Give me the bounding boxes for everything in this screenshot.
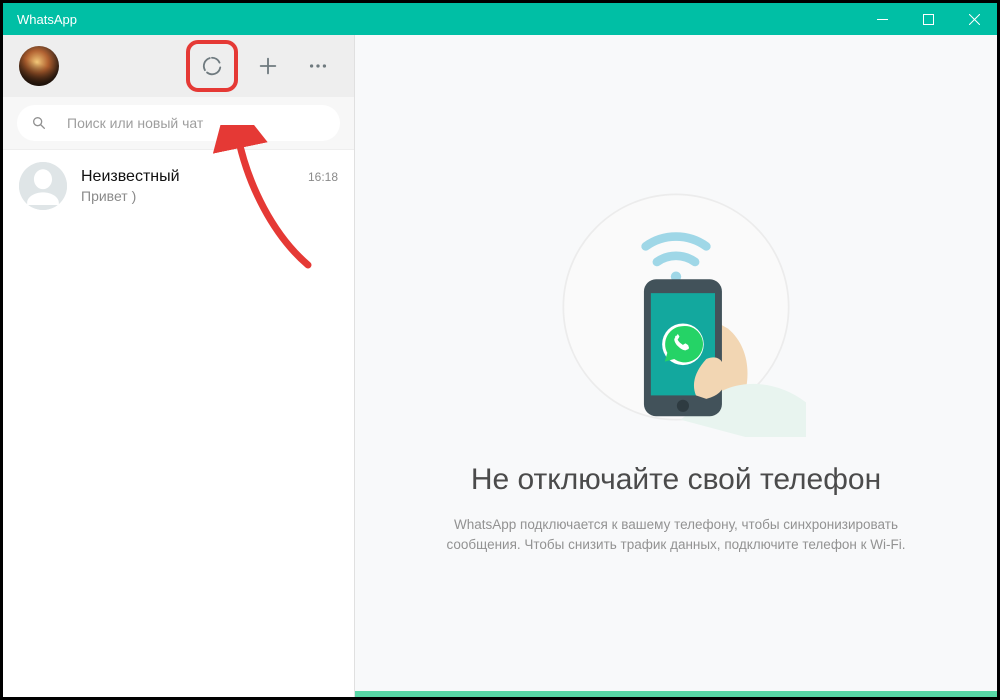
plus-icon bbox=[257, 55, 279, 77]
empty-state-heading: Не отключайте свой телефон bbox=[471, 463, 881, 497]
annotation-highlight bbox=[186, 40, 238, 92]
phone-wifi-illustration bbox=[546, 177, 806, 437]
search-icon bbox=[31, 115, 47, 131]
window-title: WhatsApp bbox=[17, 12, 77, 27]
chat-list: Неизвестный 16:18 Привет ) bbox=[3, 150, 354, 697]
sidebar: Неизвестный 16:18 Привет ) bbox=[3, 35, 355, 697]
empty-state-panel: Не отключайте свой телефон WhatsApp подк… bbox=[355, 35, 997, 697]
empty-state-body: WhatsApp подключается к вашему телефону,… bbox=[436, 515, 916, 556]
sidebar-header bbox=[3, 35, 354, 97]
window-maximize-button[interactable] bbox=[905, 3, 951, 35]
chat-time: 16:18 bbox=[308, 170, 338, 184]
chat-list-item[interactable]: Неизвестный 16:18 Привет ) bbox=[3, 150, 354, 222]
contact-avatar bbox=[19, 162, 67, 210]
new-chat-button[interactable] bbox=[248, 46, 288, 86]
window-close-button[interactable] bbox=[951, 3, 997, 35]
chat-name: Неизвестный bbox=[81, 168, 180, 186]
search-bar bbox=[3, 97, 354, 150]
window-minimize-button[interactable] bbox=[859, 3, 905, 35]
default-avatar-icon bbox=[19, 162, 67, 210]
dots-icon bbox=[307, 55, 329, 77]
status-icon bbox=[201, 55, 223, 77]
search-input[interactable] bbox=[67, 115, 326, 131]
chat-preview: Привет ) bbox=[81, 188, 338, 204]
user-avatar[interactable] bbox=[19, 46, 59, 86]
window-controls bbox=[859, 3, 997, 35]
status-button[interactable] bbox=[192, 46, 232, 86]
menu-button[interactable] bbox=[298, 46, 338, 86]
window-titlebar: WhatsApp bbox=[3, 3, 997, 35]
